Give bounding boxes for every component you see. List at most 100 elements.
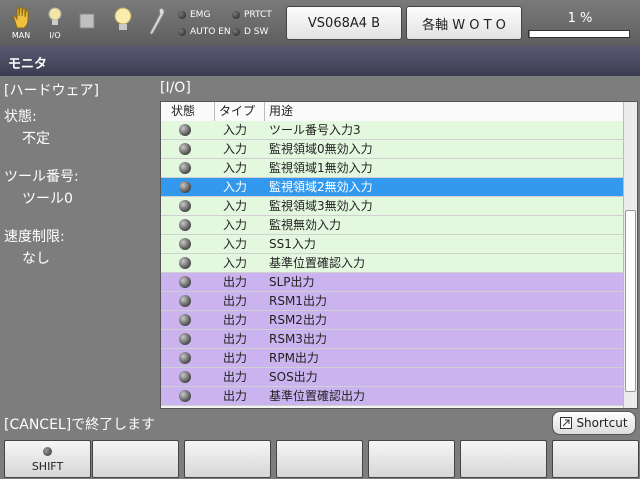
top-toolbar: MAN I/O EMG PRTCT AUTO EN D SW VS068A4 B… [0, 0, 640, 46]
table-header: 状態 タイプ 用途 [161, 102, 623, 122]
status-lamp-icon [179, 162, 191, 174]
row-use: SLP出力 [269, 275, 315, 289]
column-header-state[interactable]: 状態 [161, 102, 215, 121]
program-button[interactable]: VS068A4 B [286, 6, 402, 40]
row-use: SS1入力 [269, 237, 316, 251]
function-key[interactable] [184, 440, 271, 478]
table-row[interactable]: 出力 SOS出力 [161, 368, 623, 387]
table-row[interactable]: 入力 基準位置確認入力 [161, 254, 623, 273]
table-row[interactable]: 出力 RSM3出力 [161, 330, 623, 349]
emg-indicator: EMG [178, 10, 210, 20]
row-use: 監視領域1無効入力 [269, 161, 373, 175]
row-use: 監視無効入力 [269, 218, 342, 232]
function-key[interactable] [92, 440, 179, 478]
status-lamp-icon [179, 257, 191, 269]
shortcut-button[interactable]: Shortcut [552, 411, 636, 435]
row-type: 出力 [223, 294, 248, 308]
speed-limit-value: なし [22, 251, 50, 267]
table-row[interactable]: 入力 ツール番号入力3 [161, 121, 623, 140]
row-type: 入力 [223, 142, 248, 156]
shortcut-icon [560, 417, 573, 429]
row-use: RPM出力 [269, 351, 319, 365]
function-key[interactable] [276, 440, 363, 478]
status-lamp-icon [179, 219, 191, 231]
state-label: 状態: [4, 109, 37, 125]
row-type: 出力 [223, 332, 248, 346]
status-lamp-icon [179, 276, 191, 288]
hardware-heading: [ハードウェア] [4, 83, 99, 99]
row-type: 入力 [223, 256, 248, 270]
auto-en-indicator: AUTO EN [178, 27, 231, 37]
shortcut-label: Shortcut [576, 416, 628, 430]
row-type: 入力 [223, 123, 248, 137]
axis-mode-button[interactable]: 各軸 W O T O [406, 6, 522, 40]
table-row[interactable]: 入力 監視領域0無効入力 [161, 140, 623, 159]
row-use: ツール番号入力3 [269, 123, 361, 137]
row-use: 監視領域3無効入力 [269, 199, 373, 213]
column-header-type[interactable]: タイプ [215, 102, 265, 121]
status-lamp-icon [179, 333, 191, 345]
status-lamp-icon [179, 200, 191, 212]
status-lamp-icon [179, 371, 191, 383]
table-row[interactable]: 出力 RSM1出力 [161, 292, 623, 311]
function-key[interactable] [552, 440, 639, 478]
row-type: 入力 [223, 237, 248, 251]
table-row[interactable]: 出力 基準位置確認出力 [161, 387, 623, 406]
bulb-icon[interactable]: I/O [40, 4, 70, 42]
table-row[interactable]: 出力 RSM2出力 [161, 311, 623, 330]
io-table: 状態 タイプ 用途 入力 ツール番号入力3 入力 監視領域0無効入力 入力 監視領域1無効… [160, 101, 638, 409]
io-label: I/O [49, 31, 61, 40]
function-key-bar: SHIFT [0, 439, 640, 479]
table-row[interactable]: 入力 SS1入力 [161, 235, 623, 254]
row-use: 監視領域0無効入力 [269, 142, 373, 156]
table-row[interactable]: 入力 監視領域1無効入力 [161, 159, 623, 178]
status-lamp-icon [179, 124, 191, 136]
column-header-use[interactable]: 用途 [265, 102, 623, 121]
table-row[interactable]: 入力 監視無効入力 [161, 216, 623, 235]
status-lamp-icon [179, 238, 191, 250]
scrollbar[interactable] [623, 102, 637, 408]
lightbulb-icon[interactable] [108, 4, 138, 42]
io-rows: 入力 ツール番号入力3 入力 監視領域0無効入力 入力 監視領域1無効入力 入力 監視領域2無… [161, 121, 623, 406]
row-use: SOS出力 [269, 370, 318, 384]
tool-value: ツール0 [22, 191, 73, 207]
row-use: RSM1出力 [269, 294, 327, 308]
stop-square-icon[interactable] [72, 4, 102, 42]
row-type: 入力 [223, 180, 248, 194]
scrollbar-thumb[interactable] [625, 210, 636, 392]
status-lamp-icon [179, 314, 191, 326]
row-type: 入力 [223, 218, 248, 232]
d-sw-indicator: D SW [232, 27, 268, 37]
row-use: 基準位置確認出力 [269, 389, 366, 403]
row-use: 基準位置確認入力 [269, 256, 366, 270]
row-use: RSM3出力 [269, 332, 327, 346]
io-heading: [I/O] [160, 80, 191, 96]
shift-key[interactable]: SHIFT [4, 440, 91, 478]
function-key-label: SHIFT [31, 460, 64, 473]
wrench-icon[interactable] [142, 4, 172, 42]
table-row[interactable]: 入力 監視領域3無効入力 [161, 197, 623, 216]
tool-label: ツール番号: [4, 169, 79, 185]
row-type: 出力 [223, 389, 248, 403]
status-lamp-icon [179, 295, 191, 307]
speed-limit-label: 速度制限: [4, 229, 65, 245]
status-lamp-icon [179, 181, 191, 193]
status-lamp-icon [179, 390, 191, 402]
hand-icon[interactable]: MAN [6, 4, 36, 42]
table-row[interactable]: 出力 RPM出力 [161, 349, 623, 368]
status-lamp-icon [179, 143, 191, 155]
function-key[interactable] [368, 440, 455, 478]
page-title: モニタ [0, 46, 640, 76]
function-key[interactable] [460, 440, 547, 478]
row-use: 監視領域2無効入力 [269, 180, 373, 194]
status-message: [CANCEL]で終了します [4, 417, 156, 433]
row-type: 出力 [223, 275, 248, 289]
row-type: 出力 [223, 370, 248, 384]
state-value: 不定 [22, 131, 50, 147]
row-type: 出力 [223, 351, 248, 365]
prtct-indicator: PRTCT [232, 10, 272, 20]
progress-label: 1 % [567, 11, 593, 26]
table-row[interactable]: 入力 監視領域2無効入力 [161, 178, 623, 197]
row-type: 入力 [223, 199, 248, 213]
table-row[interactable]: 出力 SLP出力 [161, 273, 623, 292]
